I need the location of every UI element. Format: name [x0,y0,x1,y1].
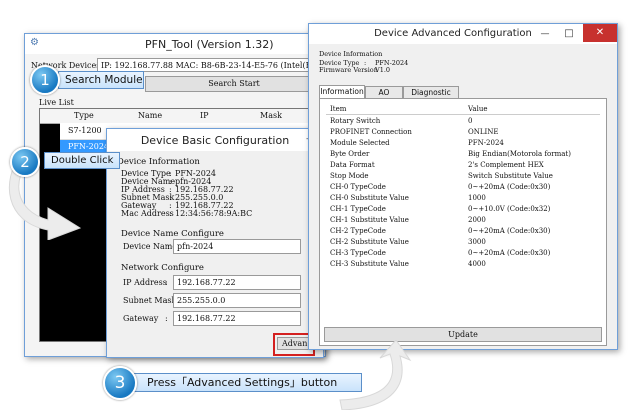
device-name-field[interactable]: pfn-2024 [173,239,301,254]
information-table: Item Value Rotary Switch 0 PROFINET Conne… [326,103,600,269]
network-config-heading: Network Configure [121,263,204,273]
item-cell: CH-1 Substitute Value [330,215,409,224]
step-2-badge: 2 [10,147,40,177]
live-list-label: Live List [39,98,74,107]
adv-firmware-label: Firmware Version [319,66,378,74]
pfn-tool-titlebar: ⚙ PFN_Tool (Version 1.32) [25,34,325,54]
value-cell: 4000 [468,259,486,268]
step-3-label: Press「Advanced Settings」button [132,373,362,392]
table-row[interactable]: CH-0 TypeCode 0~+20mA (Code:0x30) [326,181,600,192]
advanced-config-window: Device Advanced Configuration — □ ✕ Devi… [308,23,618,350]
adv-sep: : [364,66,367,74]
item-cell: Byte Order [330,149,370,158]
info-sep: : [169,209,172,218]
info-value-mac: 12:34:56:78:9A:BC [175,209,253,218]
item-cell: Data Format [330,160,375,169]
column-header-name[interactable]: Name [138,111,162,120]
table-row[interactable]: CH-2 TypeCode 0~+20mA (Code:0x30) [326,225,600,236]
adv-info-heading: Device Information [319,50,383,58]
value-cell: ONLINE [468,127,499,136]
search-start-button[interactable]: Search Start [145,76,323,92]
table-row[interactable]: Byte Order Big Endian(Motorola format) [326,148,600,159]
item-cell: Rotary Switch [330,116,381,125]
table-row[interactable]: CH-1 Substitute Value 2000 [326,214,600,225]
table-row[interactable]: CH-3 Substitute Value 4000 [326,258,600,269]
live-list-header: Type Name IP Mask [40,109,324,124]
item-cell: CH-0 TypeCode [330,182,386,191]
network-devices-select[interactable]: IP: 192.168.77.88 MAC: B8-6B-23-14-E5-76… [97,58,323,72]
basic-config-title: Device Basic Configuration [140,134,290,147]
subnet-mask-label: Subnet Mask [123,296,177,305]
advanced-settings-button[interactable]: Advan [277,337,309,350]
item-cell: Stop Mode [330,171,369,180]
gateway-field[interactable]: 192.168.77.22 [173,311,301,326]
column-header-type[interactable]: Type [74,111,94,120]
value-cell: 3000 [468,237,486,246]
item-cell: CH-0 Substitute Value [330,193,409,202]
item-cell: CH-1 TypeCode [330,204,386,213]
step-1-badge: 1 [30,65,60,95]
tab-ao-status[interactable]: AO Status [365,86,403,109]
table-row[interactable]: CH-2 Substitute Value 3000 [326,236,600,247]
ip-address-field[interactable]: 192.168.77.22 [173,275,301,290]
row-type-cell: S7-1200 [68,126,102,135]
step-2-label: Double Click [44,152,120,169]
value-cell: 0 [468,116,473,125]
app-icon: ⚙ [30,37,39,48]
gateway-sep: : [165,314,168,323]
basic-config-window: Device Basic Configuration — Device Info… [106,128,324,358]
name-config-heading: Device Name Configure [121,229,224,239]
table-row[interactable]: Rotary Switch 0 [326,115,600,127]
value-cell: Big Endian(Motorola format) [468,149,571,158]
close-icon[interactable]: ✕ [583,24,617,42]
value-cell: Switch Substitute Value [468,171,553,180]
column-header-ip[interactable]: IP [200,111,209,120]
value-cell: 0~+20mA (Code:0x30) [468,182,551,191]
pfn-tool-title: PFN_Tool (Version 1.32) [145,38,274,51]
table-row[interactable]: CH-1 TypeCode 0~+10.0V (Code:0x32) [326,203,600,214]
basic-config-titlebar: Device Basic Configuration — [107,129,323,151]
table-row[interactable]: Stop Mode Switch Substitute Value [326,170,600,181]
subnet-mask-sep: : [165,296,168,305]
item-cell: Module Selected [330,138,390,147]
table-header-row: Item Value [326,103,600,115]
tab-information[interactable]: Information [319,85,365,98]
ip-address-label: IP Address [123,278,167,287]
device-name-sep: : [167,242,170,251]
item-cell: CH-3 Substitute Value [330,259,409,268]
table-row[interactable]: CH-3 TypeCode 0~+20mA (Code:0x30) [326,247,600,258]
value-cell: 1000 [468,193,486,202]
step-3-badge: 3 [103,366,137,400]
value-cell: 0~+10.0V (Code:0x32) [468,204,551,213]
step-1-label: Search Module [58,71,144,89]
ip-address-sep: : [165,278,168,287]
advanced-config-titlebar: Device Advanced Configuration — □ ✕ [309,24,617,44]
gateway-label: Gateway [123,314,159,323]
value-cell: 0~+20mA (Code:0x30) [468,248,551,257]
tab-diagnostic-msg[interactable]: Diagnostic Msg. [403,86,459,109]
information-panel: Item Value Rotary Switch 0 PROFINET Conne… [319,98,607,346]
subnet-mask-field[interactable]: 255.255.0.0 [173,293,301,308]
adv-firmware-value: V1.0 [375,66,391,74]
item-cell: CH-2 Substitute Value [330,237,409,246]
item-cell: PROFINET Connection [330,127,412,136]
value-cell: PFN-2024 [468,138,504,147]
value-cell: 2000 [468,215,486,224]
column-header-value[interactable]: Value [464,103,600,115]
item-cell: CH-2 TypeCode [330,226,386,235]
device-info-heading: Device Information [117,157,200,167]
table-row[interactable]: Module Selected PFN-2024 [326,137,600,148]
info-label-mac: Mac Address [121,209,174,218]
item-cell: CH-3 TypeCode [330,248,386,257]
column-header-item[interactable]: Item [326,103,464,115]
table-row[interactable]: PROFINET Connection ONLINE [326,126,600,137]
value-cell: 0~+20mA (Code:0x30) [468,226,551,235]
minimize-icon[interactable]: — [535,26,555,42]
column-header-mask[interactable]: Mask [260,111,282,120]
maximize-icon[interactable]: □ [559,26,579,42]
value-cell: 2's Complement HEX [468,160,544,169]
table-row[interactable]: Data Format 2's Complement HEX [326,159,600,170]
table-row[interactable]: CH-0 Substitute Value 1000 [326,192,600,203]
